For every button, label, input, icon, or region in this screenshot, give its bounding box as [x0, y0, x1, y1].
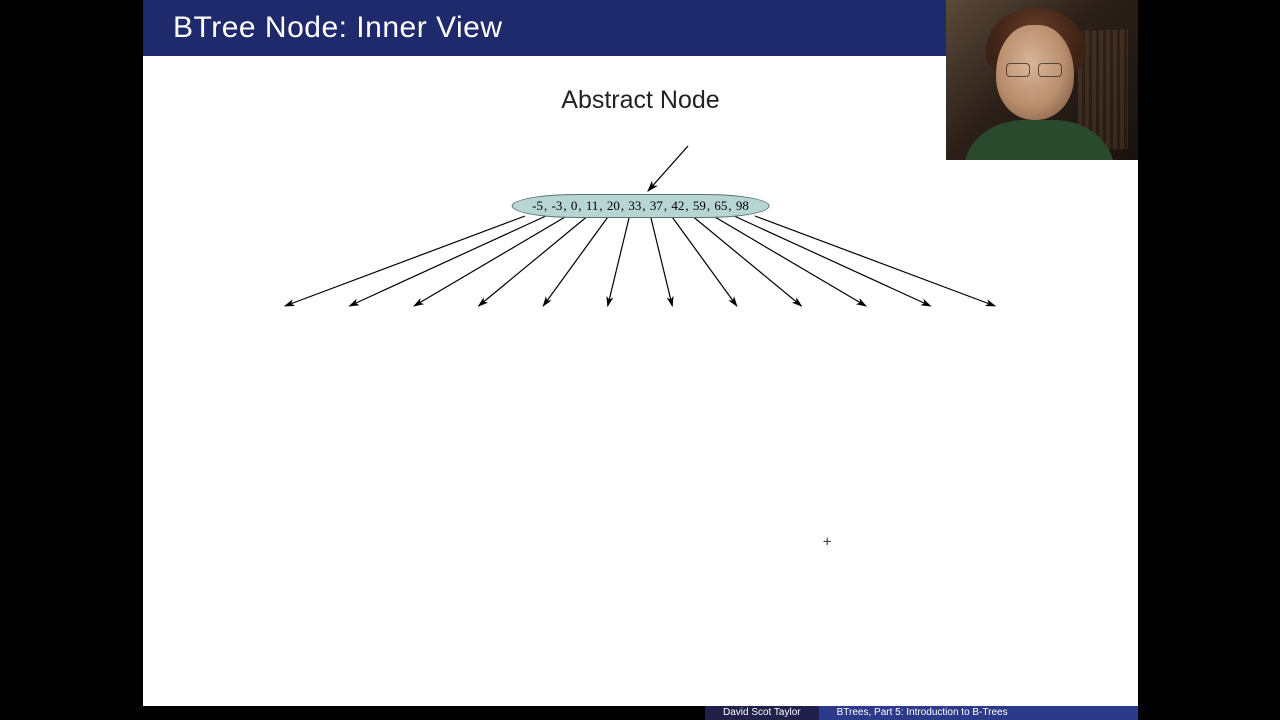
btree-node: -5, -3, 0, 11, 20, 33, 37, 42, 59, 65, 9… — [511, 194, 770, 218]
arrows-svg — [143, 136, 1138, 356]
slide-title: BTree Node: Inner View — [173, 11, 503, 45]
slide-footer: David Scot Taylor BTrees, Part 5: Introd… — [143, 706, 1138, 720]
child-arrow — [692, 216, 801, 306]
child-arrow — [671, 216, 736, 306]
footer-author: David Scot Taylor — [705, 706, 819, 720]
child-arrow — [479, 216, 588, 306]
parent-arrow — [648, 146, 688, 191]
child-arrow — [651, 216, 673, 306]
footer-tail — [1026, 706, 1138, 720]
child-arrow — [350, 216, 546, 306]
presenter-shirt — [964, 120, 1114, 160]
webcam-overlay — [946, 0, 1138, 160]
child-arrow — [608, 216, 630, 306]
footer-lecture: BTrees, Part 5: Introduction to B-Trees — [819, 706, 1026, 720]
child-arrow — [285, 216, 525, 306]
presenter-glasses — [1006, 63, 1062, 75]
footer-spacer — [143, 706, 705, 720]
child-arrow — [543, 216, 608, 306]
child-arrow — [734, 216, 930, 306]
child-arrows-group — [285, 216, 995, 306]
btree-diagram: -5, -3, 0, 11, 20, 33, 37, 42, 59, 65, 9… — [143, 136, 1138, 356]
child-arrow — [755, 216, 995, 306]
cursor-marker: + — [823, 534, 831, 550]
